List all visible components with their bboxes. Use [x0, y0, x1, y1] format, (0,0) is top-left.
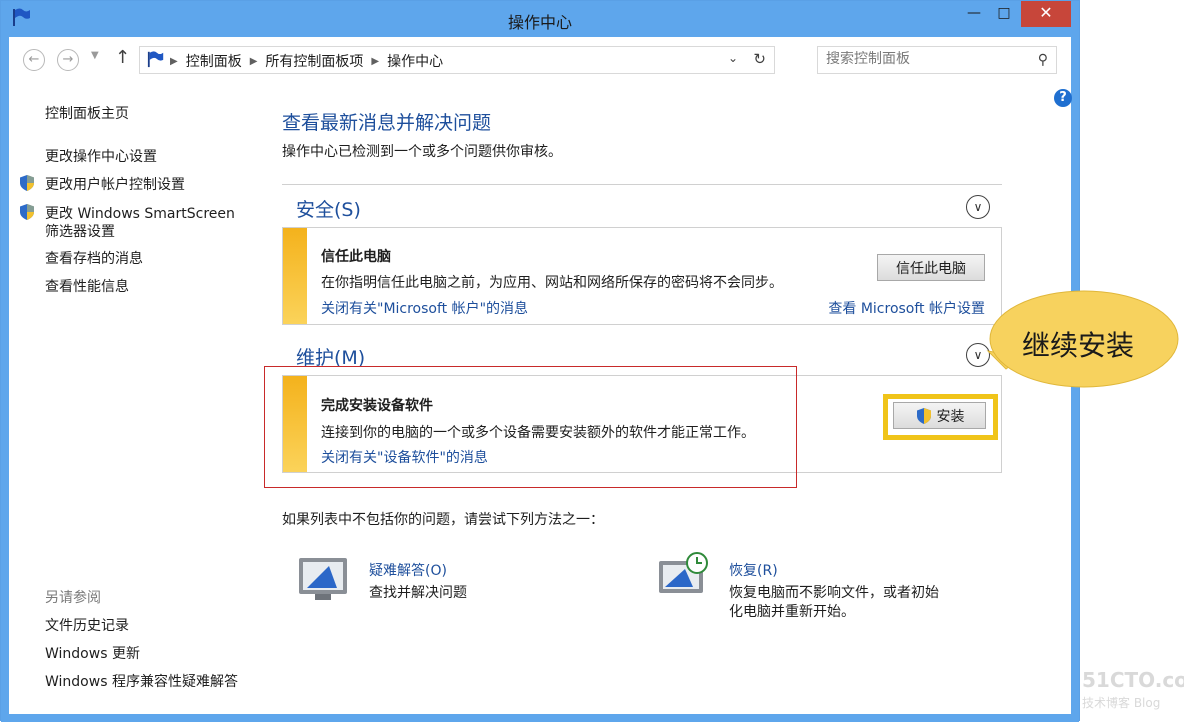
chevron-down-icon[interactable]: ∨	[966, 195, 990, 219]
trust-this-pc-button[interactable]: 信任此电脑	[877, 254, 985, 281]
page-subtitle: 操作中心已检测到一个或多个问题供你审核。	[282, 144, 562, 160]
see-also-windows-update[interactable]: Windows 更新	[45, 643, 140, 663]
chevron-down-icon[interactable]: ⌄	[728, 51, 738, 65]
sidebar-item-action-center-settings[interactable]: 更改操作中心设置	[45, 146, 157, 166]
breadcrumb-all-items[interactable]: 所有控制面板项	[265, 51, 363, 71]
search-box[interactable]: ⚲	[817, 46, 1057, 74]
window-title: 操作中心	[507, 13, 572, 32]
refresh-icon[interactable]: ↻	[753, 50, 766, 68]
sidebar-item-archived-messages[interactable]: 查看存档的消息	[45, 248, 143, 268]
breadcrumb-control-panel[interactable]: 控制面板	[186, 51, 242, 71]
forward-button[interactable]: →	[57, 49, 79, 71]
close-button[interactable]: ✕	[1021, 1, 1071, 27]
see-also-file-history[interactable]: 文件历史记录	[45, 615, 129, 635]
recovery-description-line2: 化电脑并重新开始。	[729, 604, 855, 620]
watermark-logo: 51CTO.com	[1082, 668, 1184, 692]
see-also-compat-troubleshooter[interactable]: Windows 程序兼容性疑难解答	[45, 671, 238, 691]
back-button[interactable]: ←	[23, 49, 45, 71]
shield-icon	[20, 204, 34, 220]
minimize-button[interactable]: —	[959, 1, 989, 27]
sidebar-item-performance-info[interactable]: 查看性能信息	[45, 276, 129, 296]
recent-locations-dropdown[interactable]: ▼	[91, 50, 99, 61]
flag-icon	[147, 51, 164, 68]
sidebar-home-link[interactable]: 控制面板主页	[45, 103, 129, 123]
window-frame-left	[1, 37, 9, 722]
address-bar: ← → ▼ ↑ ▶ 控制面板 ▶ 所有控制面板项 ▶ 操作中心 ⌄ ↻ ⚲	[9, 37, 1071, 83]
help-icon[interactable]: ?	[1054, 89, 1072, 107]
alert-description: 在你指明信任此电脑之前，为应用、网站和网络所保存的密码将不会同步。	[321, 275, 783, 291]
watermark-subtext: 技术博客 Blog	[1082, 696, 1161, 710]
security-section-header[interactable]: 安全(S) ∨	[282, 184, 1002, 228]
action-center-window: 操作中心 — □ ✕ ← → ▼ ↑ ▶ 控制面板 ▶ 所有控制面板项 ▶ 操作…	[0, 0, 1080, 722]
recovery-icon[interactable]	[657, 551, 709, 601]
alert-severity-bar	[283, 228, 307, 324]
search-icon[interactable]: ⚲	[1038, 52, 1048, 68]
view-ms-account-settings-link[interactable]: 查看 Microsoft 帐户设置	[828, 298, 985, 318]
highlight-red-box	[264, 366, 797, 488]
alert-title: 信任此电脑	[321, 249, 391, 265]
trust-pc-alert: 信任此电脑 在你指明信任此电脑之前，为应用、网站和网络所保存的密码将不会同步。 …	[282, 227, 1002, 325]
breadcrumb[interactable]: ▶ 控制面板 ▶ 所有控制面板项 ▶ 操作中心 ⌄ ↻	[139, 46, 775, 74]
troubleshoot-description: 查找并解决问题	[369, 585, 467, 601]
sidebar-item-smartscreen-line2[interactable]: 筛选器设置	[45, 221, 115, 241]
highlight-yellow-box	[883, 394, 998, 440]
title-bar: 操作中心 — □ ✕	[1, 1, 1079, 37]
troubleshoot-icon[interactable]	[297, 554, 349, 604]
up-button[interactable]: ↑	[115, 47, 130, 68]
chevron-right-icon[interactable]: ▶	[371, 56, 379, 67]
troubleshoot-link[interactable]: 疑难解答(O)	[369, 560, 447, 580]
sidebar-item-uac-settings[interactable]: 更改用户帐户控制设置	[45, 174, 185, 194]
maximize-button[interactable]: □	[989, 1, 1019, 27]
breadcrumb-action-center[interactable]: 操作中心	[387, 51, 443, 71]
alternatives-prompt: 如果列表中不包括你的问题，请尝试下列方法之一：	[282, 512, 604, 528]
chevron-right-icon: ▶	[170, 55, 178, 67]
recovery-link[interactable]: 恢复(R)	[729, 560, 778, 580]
shield-icon	[20, 175, 34, 191]
chevron-right-icon[interactable]: ▶	[250, 56, 258, 67]
page-title: 查看最新消息并解决问题	[282, 112, 492, 134]
see-also-heading: 另请参阅	[45, 590, 101, 606]
close-ms-account-message-link[interactable]: 关闭有关"Microsoft 帐户"的消息	[321, 298, 528, 318]
callout-text: 继续安装	[1022, 329, 1135, 362]
security-section-label[interactable]: 安全(S)	[296, 195, 361, 222]
sidebar-item-smartscreen[interactable]: 更改 Windows SmartScreen	[45, 203, 235, 223]
recovery-description-line1: 恢复电脑而不影响文件，或者初始	[729, 585, 939, 601]
search-input[interactable]	[826, 51, 1026, 67]
